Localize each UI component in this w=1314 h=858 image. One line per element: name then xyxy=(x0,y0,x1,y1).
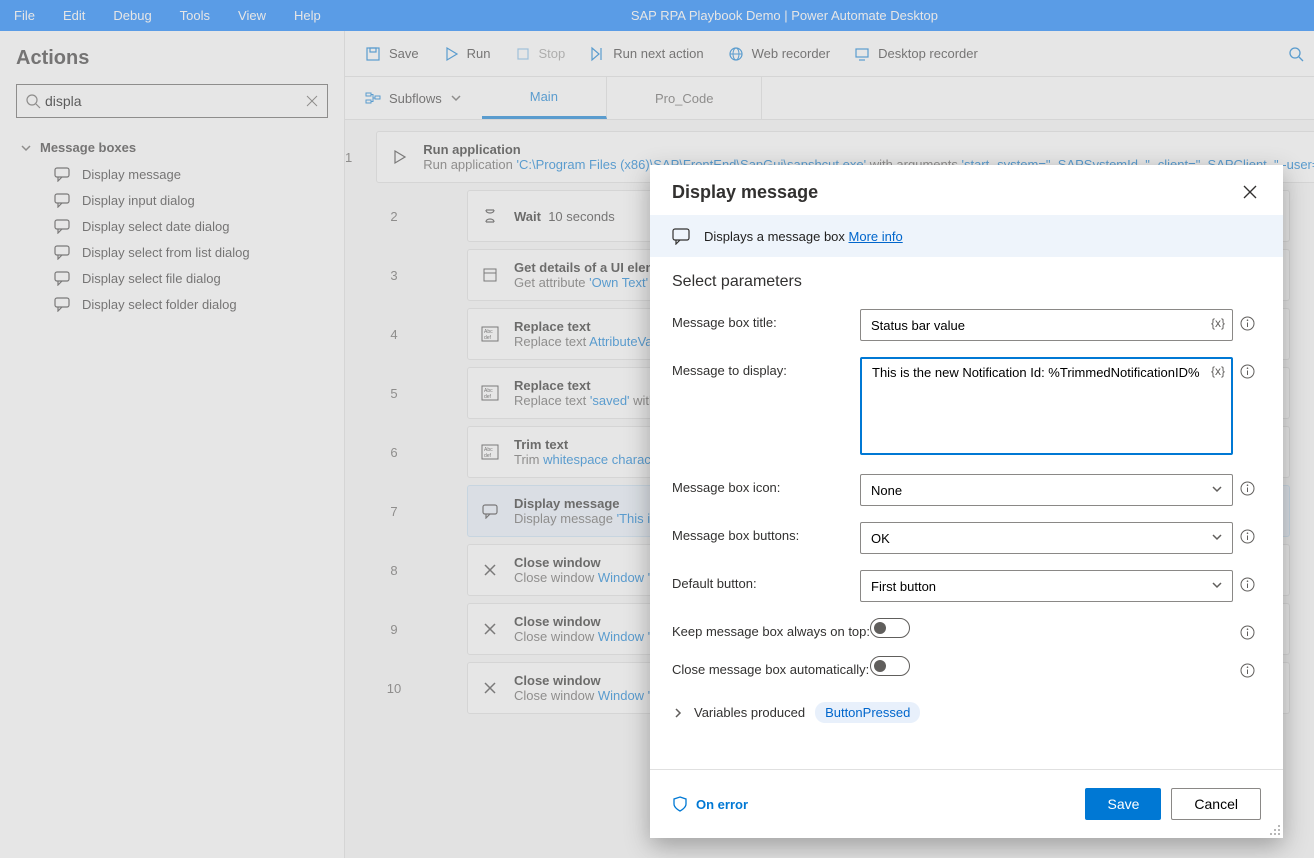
dialog-close-button[interactable] xyxy=(1239,181,1261,203)
more-info-link[interactable]: More info xyxy=(849,229,903,244)
label-default: Default button: xyxy=(672,570,860,591)
save-button[interactable]: Save xyxy=(1085,788,1161,820)
info-icon[interactable] xyxy=(1233,309,1261,331)
label-buttons: Message box buttons: xyxy=(672,522,860,543)
label-title: Message box title: xyxy=(672,309,860,330)
on-error-label: On error xyxy=(696,797,748,812)
label-ontop: Keep message box always on top: xyxy=(672,618,870,639)
variables-produced-label: Variables produced xyxy=(694,705,805,720)
cancel-button[interactable]: Cancel xyxy=(1171,788,1261,820)
toggle-autoclose[interactable] xyxy=(870,656,910,676)
dialog-title: Display message xyxy=(672,182,818,203)
fx-button-message[interactable]: {x} xyxy=(1211,364,1225,378)
info-icon[interactable] xyxy=(1233,357,1261,379)
info-icon[interactable] xyxy=(1233,656,1261,678)
message-icon xyxy=(672,227,690,245)
shield-icon xyxy=(672,796,688,812)
label-autoclose: Close message box automatically: xyxy=(672,656,870,677)
label-message: Message to display: xyxy=(672,357,860,378)
info-icon[interactable] xyxy=(1233,474,1261,496)
variable-badge[interactable]: ButtonPressed xyxy=(815,702,920,723)
close-icon xyxy=(1243,185,1257,199)
label-icon: Message box icon: xyxy=(672,474,860,495)
chevron-right-icon xyxy=(672,707,684,719)
display-message-dialog: Display message Displays a message box M… xyxy=(650,165,1283,838)
info-icon[interactable] xyxy=(1233,618,1261,640)
section-title: Select parameters xyxy=(672,273,1261,291)
variables-produced-row[interactable]: Variables produced ButtonPressed xyxy=(672,702,1261,723)
info-icon[interactable] xyxy=(1233,570,1261,592)
info-icon[interactable] xyxy=(1233,522,1261,544)
input-message-box-title[interactable] xyxy=(860,309,1233,341)
toggle-always-on-top[interactable] xyxy=(870,618,910,638)
input-message-to-display[interactable] xyxy=(860,357,1233,455)
dialog-infobar: Displays a message box More info xyxy=(650,215,1283,257)
select-default-button[interactable]: First button xyxy=(860,570,1233,602)
dialog-info-text: Displays a message box xyxy=(704,229,849,244)
select-message-box-icon[interactable]: None xyxy=(860,474,1233,506)
resize-grip-icon[interactable] xyxy=(1269,824,1281,836)
on-error-button[interactable]: On error xyxy=(672,796,748,812)
fx-button-title[interactable]: {x} xyxy=(1211,316,1225,330)
select-message-box-buttons[interactable]: OK xyxy=(860,522,1233,554)
